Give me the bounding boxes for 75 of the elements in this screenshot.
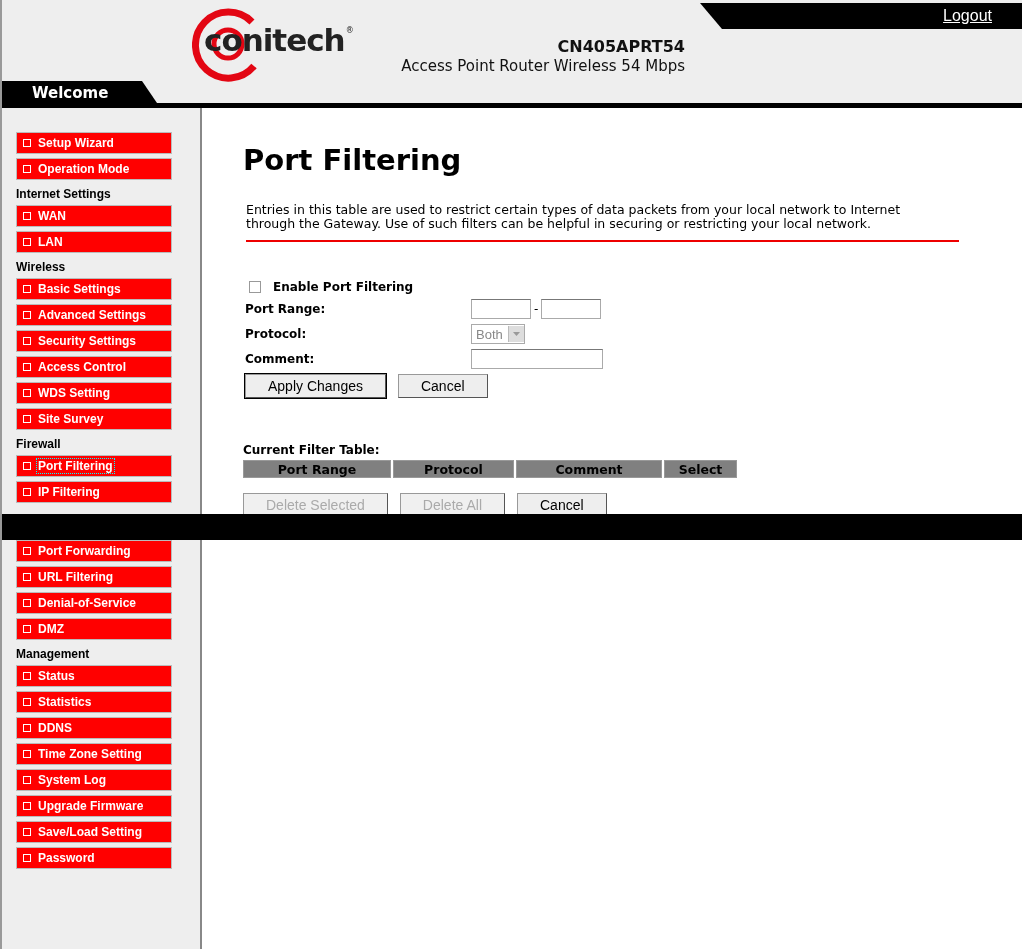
menu-heading: Firewall: [16, 437, 62, 451]
logout-link[interactable]: Logout: [943, 7, 992, 25]
menu-item[interactable]: Statistics: [16, 691, 172, 713]
menu-item[interactable]: Time Zone Setting: [16, 743, 172, 765]
enable-checkbox[interactable]: [249, 281, 261, 293]
bullet-icon: [23, 573, 31, 581]
menu-item[interactable]: Status: [16, 665, 172, 687]
menu-item[interactable]: System Log: [16, 769, 172, 791]
menu-item[interactable]: Advanced Settings: [16, 304, 172, 326]
bullet-icon: [23, 802, 31, 810]
menu-item[interactable]: LAN: [16, 231, 172, 253]
bullet-icon: [23, 599, 31, 607]
menu-item[interactable]: Denial-of-Service: [16, 592, 172, 614]
table-title: Current Filter Table:: [243, 443, 381, 457]
port-range-label: Port Range:: [245, 302, 327, 316]
menu-item[interactable]: IP Filtering: [16, 481, 172, 503]
bullet-icon: [23, 462, 31, 470]
bullet-icon: [23, 625, 31, 633]
menu-item[interactable]: Security Settings: [16, 330, 172, 352]
column-header: Port Range: [243, 460, 391, 478]
menu-heading: Wireless: [16, 260, 67, 274]
bullet-icon: [23, 724, 31, 732]
menu-item[interactable]: Port Filtering: [16, 455, 172, 477]
port-to-field[interactable]: [541, 299, 602, 319]
menu-item[interactable]: Upgrade Firmware: [16, 795, 172, 817]
menu-item[interactable]: DDNS: [16, 717, 172, 739]
bullet-icon: [23, 238, 31, 246]
model-name: CN405APRT54: [557, 37, 685, 56]
bullet-icon: [23, 750, 31, 758]
bullet-icon: [23, 698, 31, 706]
registered-mark: ®: [345, 26, 354, 35]
form-button[interactable]: Cancel: [397, 374, 488, 398]
bullet-icon: [23, 547, 31, 555]
bullet-icon: [23, 337, 31, 345]
product-subtitle: Access Point Router Wireless 54 Mbps: [401, 57, 685, 75]
menu-heading: Management: [16, 647, 91, 661]
menu-item[interactable]: WDS Setting: [16, 382, 172, 404]
menu-item[interactable]: Password: [16, 847, 172, 869]
column-header: Select: [664, 460, 737, 478]
menu-item[interactable]: WAN: [16, 205, 172, 227]
bullet-icon: [23, 488, 31, 496]
bullet-icon: [23, 828, 31, 836]
form-button[interactable]: Apply Changes: [245, 374, 386, 398]
menu-item[interactable]: Port Forwarding: [16, 540, 172, 562]
menu-item[interactable]: Basic Settings: [16, 278, 172, 300]
bullet-icon: [23, 165, 31, 173]
range-separator: -: [534, 302, 539, 316]
port-from-field[interactable]: [471, 299, 531, 319]
menu-item[interactable]: Save/Load Setting: [16, 821, 172, 843]
table-button[interactable]: Cancel: [517, 493, 607, 517]
comment-field[interactable]: [471, 349, 603, 369]
comment-label: Comment:: [245, 352, 316, 366]
bullet-icon: [23, 672, 31, 680]
menu-item[interactable]: Access Control: [16, 356, 172, 378]
description: Entries in this table are used to restrict certain types of data packets from your local network to Internet through the Gateway. Use of such filters can be helpful in securing or restricting your local network.: [246, 203, 902, 231]
bullet-icon: [23, 854, 31, 862]
bullet-icon: [23, 363, 31, 371]
menu-item[interactable]: Setup Wizard: [16, 132, 172, 154]
menu-heading: Internet Settings: [16, 187, 112, 201]
column-header: Comment: [516, 460, 662, 478]
bullet-icon: [23, 285, 31, 293]
bullet-icon: [23, 776, 31, 784]
menu-item[interactable]: DMZ: [16, 618, 172, 640]
menu-item[interactable]: URL Filtering: [16, 566, 172, 588]
bullet-icon: [23, 415, 31, 423]
enable-label: Enable Port Filtering: [273, 280, 414, 294]
menu-item[interactable]: Site Survey: [16, 408, 172, 430]
menu-item[interactable]: Operation Mode: [16, 158, 172, 180]
bullet-icon: [23, 212, 31, 220]
column-header: Protocol: [393, 460, 514, 478]
page-title: Port Filtering: [243, 143, 463, 177]
protocol-label: Protocol:: [245, 327, 308, 341]
bullet-icon: [23, 139, 31, 147]
bullet-icon: [23, 311, 31, 319]
bullet-icon: [23, 389, 31, 397]
